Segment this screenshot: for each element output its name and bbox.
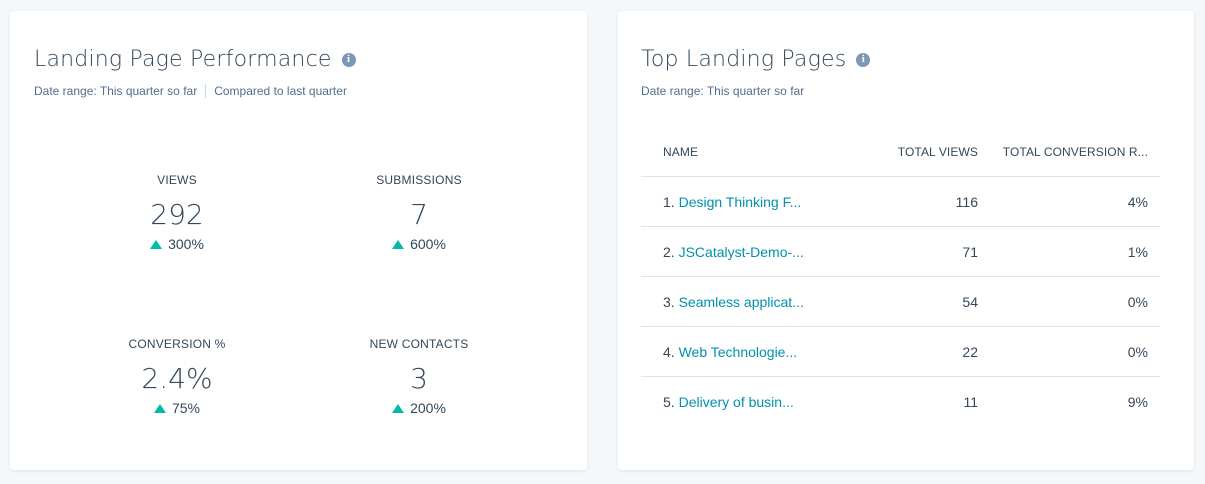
kpi-change-value: 200%	[410, 400, 446, 416]
card-title: Top Landing Pages i	[641, 47, 871, 72]
row-index: 5.	[663, 393, 679, 410]
kpi-submissions: SUBMISSIONS 7 600%	[324, 172, 514, 252]
kpi-label: CONVERSION %	[128, 337, 226, 351]
card-meta: Date range: This quarter so far	[641, 84, 804, 98]
landing-page-performance-card: Landing Page Performance i Date range: T…	[10, 11, 587, 470]
card-title: Landing Page Performance i	[34, 47, 356, 72]
table-row: 5. Delivery of busin... 11 9%	[641, 377, 1160, 426]
row-conversion-rate: 9%	[1127, 393, 1148, 410]
column-header-total-conversion-rate[interactable]: TOTAL CONVERSION R...	[978, 145, 1148, 159]
kpi-change: 75%	[82, 400, 272, 416]
landing-pages-table: NAME TOTAL VIEWS TOTAL CONVERSION R... 1…	[641, 127, 1160, 426]
row-name-cell: 5. Delivery of busin...	[641, 394, 871, 410]
row-index: 3.	[663, 293, 679, 310]
kpi-change-value: 600%	[410, 236, 446, 252]
column-header-name[interactable]: NAME	[641, 145, 871, 159]
kpi-value: 3	[410, 362, 428, 395]
row-conversion-rate: 1%	[1127, 243, 1148, 260]
landing-page-link[interactable]: Delivery of busin...	[679, 394, 794, 410]
kpi-label: VIEWS	[157, 173, 197, 187]
meta-divider	[205, 84, 207, 98]
card-title-text: Top Landing Pages	[641, 47, 847, 72]
kpi-value: 292	[150, 198, 204, 231]
row-name-cell: 3. Seamless applicat...	[641, 294, 871, 310]
kpi-views: VIEWS 292 300%	[82, 172, 272, 252]
row-total-views: 11	[963, 393, 978, 410]
comparison-text: Compared to last quarter	[214, 84, 347, 98]
row-total-views: 116	[955, 193, 978, 210]
date-range-text: Date range: This quarter so far	[34, 84, 198, 98]
table-row: 4. Web Technologie... 22 0%	[641, 327, 1160, 377]
row-index: 1.	[663, 193, 679, 210]
kpi-change-value: 300%	[168, 236, 204, 252]
row-index: 2.	[663, 243, 679, 260]
card-title-text: Landing Page Performance	[34, 47, 332, 72]
kpi-value: 2.4%	[141, 362, 213, 395]
triangle-up-icon	[153, 403, 166, 413]
kpi-label: SUBMISSIONS	[376, 173, 462, 187]
row-name-cell: 2. JSCatalyst-Demo-...	[641, 244, 871, 260]
column-header-total-views[interactable]: TOTAL VIEWS	[871, 145, 978, 159]
row-total-views: 71	[962, 243, 978, 260]
kpi-new-contacts: NEW CONTACTS 3 200%	[324, 336, 514, 416]
kpi-change: 600%	[324, 236, 514, 252]
row-total-views: 54	[962, 293, 978, 310]
info-icon[interactable]: i	[856, 52, 871, 67]
landing-page-link[interactable]: Seamless applicat...	[679, 294, 804, 310]
table-header: NAME TOTAL VIEWS TOTAL CONVERSION R...	[641, 127, 1160, 177]
kpi-conversion: CONVERSION % 2.4% 75%	[82, 336, 272, 416]
row-conversion-rate: 0%	[1127, 293, 1148, 310]
row-conversion-rate: 0%	[1127, 343, 1148, 360]
table-row: 2. JSCatalyst-Demo-... 71 1%	[641, 227, 1160, 277]
date-range-text: Date range: This quarter so far	[641, 84, 805, 98]
kpi-change: 300%	[82, 236, 272, 252]
row-name-cell: 1. Design Thinking F...	[641, 194, 871, 210]
row-index: 4.	[663, 343, 679, 360]
kpi-change: 200%	[324, 400, 514, 416]
table-row: 1. Design Thinking F... 116 4%	[641, 177, 1160, 227]
landing-page-link[interactable]: Web Technologie...	[679, 344, 798, 360]
kpi-label: NEW CONTACTS	[369, 337, 469, 351]
landing-page-link[interactable]: JSCatalyst-Demo-...	[679, 244, 804, 260]
top-landing-pages-card: Top Landing Pages i Date range: This qua…	[618, 11, 1194, 470]
kpi-value: 7	[410, 198, 428, 231]
row-conversion-rate: 4%	[1127, 193, 1148, 210]
table-row: 3. Seamless applicat... 54 0%	[641, 277, 1160, 327]
triangle-up-icon	[150, 239, 163, 249]
triangle-up-icon	[392, 403, 405, 413]
landing-page-link[interactable]: Design Thinking F...	[679, 194, 802, 210]
info-icon[interactable]: i	[341, 52, 356, 67]
kpi-change-value: 75%	[171, 400, 201, 416]
card-meta: Date range: This quarter so far Compared…	[34, 84, 347, 98]
row-name-cell: 4. Web Technologie...	[641, 344, 871, 360]
row-total-views: 22	[962, 343, 978, 360]
triangle-up-icon	[392, 239, 405, 249]
